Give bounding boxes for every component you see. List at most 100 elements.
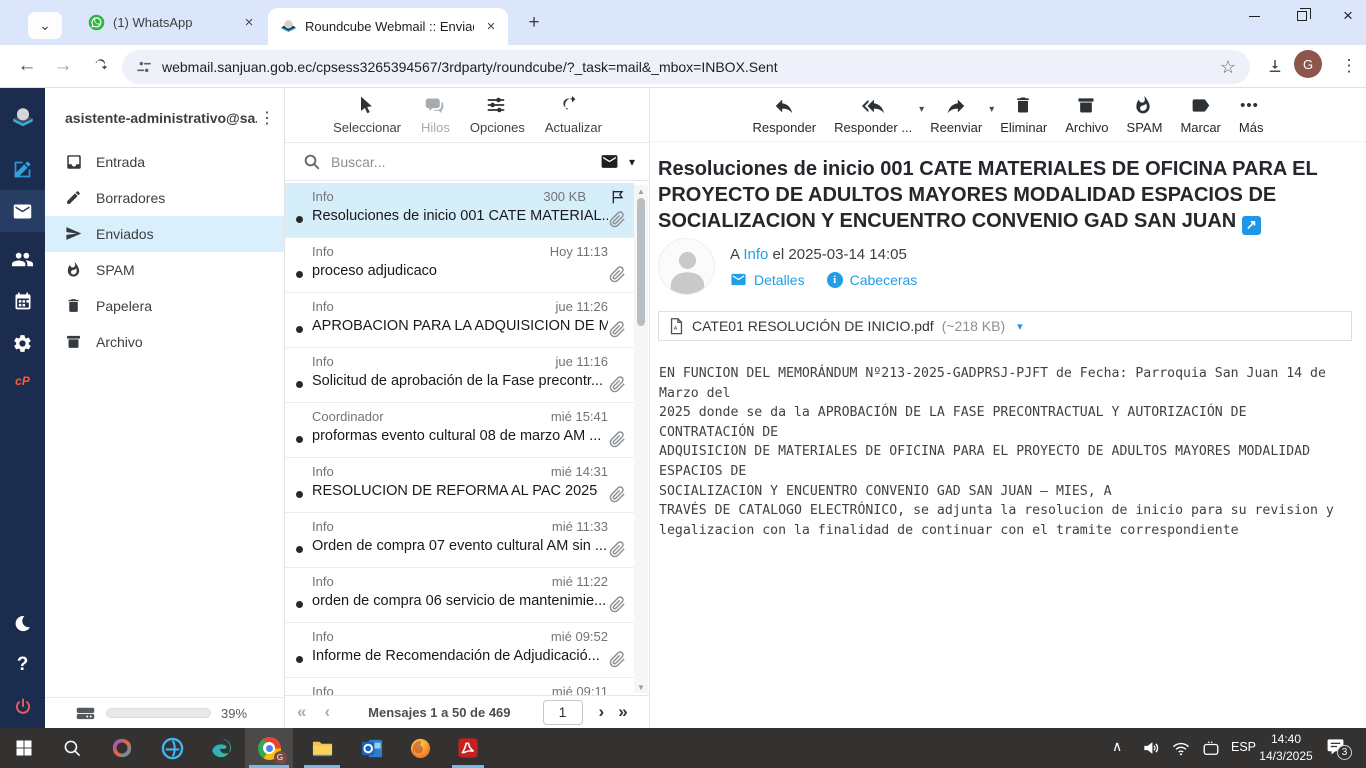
forward-button[interactable]: → xyxy=(48,51,78,81)
message-row[interactable]: Infomié 11:22 orden de compra 06 servici… xyxy=(285,568,634,623)
window-minimize-button[interactable] xyxy=(1232,0,1276,32)
folder-spam[interactable]: SPAM xyxy=(45,252,284,288)
reply-all-button[interactable]: Responder ...▾ xyxy=(834,95,912,141)
headers-link[interactable]: iCabeceras xyxy=(827,272,918,288)
folder-enviados[interactable]: Enviados xyxy=(45,216,284,252)
volume-icon[interactable] xyxy=(1142,739,1160,757)
tab-search-button[interactable]: ⌄ xyxy=(28,12,62,39)
scroll-up-icon[interactable]: ▲ xyxy=(637,187,645,196)
message-row[interactable]: Infojue 11:16 Solicitud de aprobación de… xyxy=(285,348,634,403)
scrollbar-thumb[interactable] xyxy=(637,198,645,326)
window-close-button[interactable]: × xyxy=(1326,0,1366,32)
account-menu-icon[interactable]: ⋮ xyxy=(257,108,277,128)
search-options-caret[interactable]: ▾ xyxy=(629,155,635,169)
page-number-input[interactable] xyxy=(543,700,583,725)
cpanel-icon[interactable]: cP xyxy=(0,360,45,402)
spam-button[interactable]: SPAM xyxy=(1127,95,1163,141)
search-input[interactable] xyxy=(331,154,590,170)
message-row[interactable]: Infomié 09:11 xyxy=(285,678,634,695)
back-button[interactable]: ← xyxy=(12,51,42,81)
forward-caret[interactable]: ▾ xyxy=(989,104,994,115)
browser-menu-button[interactable]: ⋮ xyxy=(1334,51,1364,81)
mail-nav-button[interactable] xyxy=(0,190,45,232)
first-page-button[interactable]: « xyxy=(297,702,306,722)
tab-whatsapp[interactable]: (1) WhatsApp × xyxy=(74,0,266,45)
attachment-menu-caret[interactable]: ▾ xyxy=(1017,320,1023,333)
notifications-button[interactable]: 3 xyxy=(1326,737,1345,761)
new-tab-button[interactable]: + xyxy=(520,10,548,36)
message-row[interactable]: Infojue 11:26 APROBACION PARA LA ADQUISI… xyxy=(285,293,634,348)
site-settings-icon[interactable] xyxy=(136,59,152,75)
downloads-button[interactable] xyxy=(1260,51,1290,81)
tray-expand-chevron[interactable]: ∧ xyxy=(1112,738,1122,755)
refresh-button[interactable] xyxy=(84,51,114,81)
bookmark-star-icon[interactable]: ☆ xyxy=(1220,57,1236,78)
search-scope-icon[interactable] xyxy=(600,152,619,171)
more-button[interactable]: •••Más xyxy=(1239,95,1264,141)
folder-borradores[interactable]: Borradores xyxy=(45,180,284,216)
reply-button[interactable]: Responder xyxy=(753,95,817,141)
file-explorer-icon[interactable] xyxy=(298,728,346,768)
firefox-icon[interactable] xyxy=(396,728,444,768)
omnibox[interactable]: webmail.sanjuan.gob.ec/cpsess3265394567/… xyxy=(122,50,1250,84)
scroll-down-icon[interactable]: ▼ xyxy=(637,683,645,692)
calendar-nav-button[interactable] xyxy=(0,280,45,322)
archive-button[interactable]: Archivo xyxy=(1065,95,1108,141)
quota-bar xyxy=(106,708,211,718)
internet-explorer-icon[interactable] xyxy=(148,728,196,768)
dark-mode-button[interactable] xyxy=(0,602,45,644)
profile-avatar[interactable]: G xyxy=(1294,50,1322,78)
pagination-bar: « ‹ Mensajes 1 a 50 de 469 › » xyxy=(285,695,649,728)
delete-button[interactable]: Eliminar xyxy=(1000,95,1047,141)
next-page-button[interactable]: › xyxy=(599,702,605,722)
message-row[interactable]: Infomié 11:33 Orden de compra 07 evento … xyxy=(285,513,634,568)
message-row[interactable]: Info300 KB Resoluciones de inicio 001 CA… xyxy=(285,183,634,238)
unread-dot xyxy=(296,216,303,223)
forward-button[interactable]: Reenviar▾ xyxy=(930,95,982,141)
copilot-icon[interactable] xyxy=(98,728,146,768)
select-button[interactable]: Seleccionar xyxy=(333,95,401,142)
wifi-icon[interactable] xyxy=(1172,740,1190,758)
folder-entrada[interactable]: Entrada xyxy=(45,144,284,180)
refresh-list-button[interactable]: Actualizar xyxy=(545,95,602,142)
close-icon[interactable]: × xyxy=(240,14,258,32)
threads-button[interactable]: Hilos xyxy=(421,95,450,142)
taskbar-clock[interactable]: 14:4014/3/2025 xyxy=(1256,731,1316,765)
outlook-icon[interactable] xyxy=(348,728,396,768)
attachment-row[interactable]: A CATE01 RESOLUCIÓN DE INICIO.pdf (~218 … xyxy=(658,311,1352,341)
language-indicator[interactable]: ESP xyxy=(1231,740,1256,754)
pagination-label: Mensajes 1 a 50 de 469 xyxy=(368,705,510,720)
compose-button[interactable] xyxy=(0,148,45,190)
tab-roundcube[interactable]: Roundcube Webmail :: Enviados × xyxy=(268,8,508,45)
start-button[interactable] xyxy=(0,728,48,768)
sender-link[interactable]: Info xyxy=(743,246,768,263)
folder-papelera[interactable]: Papelera xyxy=(45,288,284,324)
mark-button[interactable]: Marcar xyxy=(1180,95,1220,141)
settings-nav-button[interactable] xyxy=(0,322,45,364)
last-page-button[interactable]: » xyxy=(618,702,627,722)
acrobat-icon[interactable] xyxy=(444,728,492,768)
folder-archivo[interactable]: Archivo xyxy=(45,324,284,360)
message-row[interactable]: Coordinadormié 15:41 proformas evento cu… xyxy=(285,403,634,458)
help-button[interactable]: ? xyxy=(0,644,45,686)
window-restore-button[interactable] xyxy=(1280,0,1324,32)
display-connect-icon[interactable] xyxy=(1202,740,1220,758)
details-link[interactable]: Detalles xyxy=(730,271,805,288)
contacts-nav-button[interactable] xyxy=(0,238,45,280)
prev-page-button[interactable]: ‹ xyxy=(324,702,330,722)
reply-all-caret[interactable]: ▾ xyxy=(919,104,924,115)
sender-avatar xyxy=(658,238,715,295)
account-header[interactable]: asistente-administrativo@sa... ⋮ xyxy=(45,96,285,140)
open-external-icon[interactable]: ↗ xyxy=(1242,216,1261,235)
message-row[interactable]: Infomié 09:52 Informe de Recomendación d… xyxy=(285,623,634,678)
chrome-icon[interactable]: G xyxy=(245,728,293,768)
logout-button[interactable] xyxy=(0,686,45,728)
options-button[interactable]: Opciones xyxy=(470,95,525,142)
close-icon[interactable]: × xyxy=(482,18,500,36)
taskbar-search-button[interactable] xyxy=(48,728,96,768)
edge-icon[interactable] xyxy=(197,728,245,768)
message-row[interactable]: Infomié 14:31 RESOLUCION DE REFORMA AL P… xyxy=(285,458,634,513)
message-row[interactable]: InfoHoy 11:13 proceso adjudicaco xyxy=(285,238,634,293)
close-icon: × xyxy=(1343,6,1353,26)
flag-icon[interactable] xyxy=(610,189,626,205)
